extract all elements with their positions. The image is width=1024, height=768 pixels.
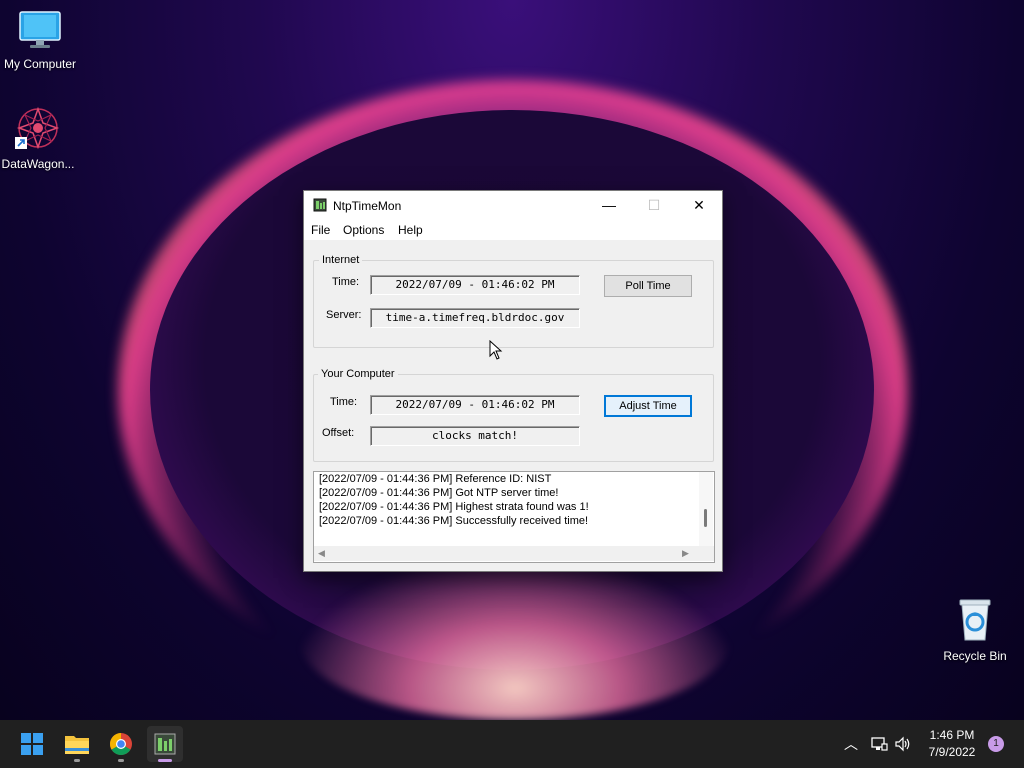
start-icon xyxy=(21,733,43,755)
poll-time-button[interactable]: Poll Time xyxy=(604,275,692,297)
taskbar: ︿ 1:46 PM 7/9/2022 1 xyxy=(0,720,1024,768)
monitor-icon xyxy=(19,11,61,48)
ntptimemon-window: NtpTimeMon — ☐ ✕ File Options Help Inter… xyxy=(303,190,723,572)
scroll-left-icon[interactable]: ◀ xyxy=(318,548,325,559)
window-title: NtpTimeMon xyxy=(333,199,402,213)
horizontal-scrollbar[interactable]: ◀ ▶ xyxy=(314,546,714,561)
volume-icon[interactable] xyxy=(894,735,912,753)
ntptimemon-icon xyxy=(154,733,176,755)
network-icon[interactable] xyxy=(870,735,888,753)
wallpaper-glow xyxy=(300,560,730,720)
computer-group xyxy=(313,374,714,462)
minimize-button[interactable]: — xyxy=(586,191,632,219)
scroll-thumb[interactable] xyxy=(704,509,707,527)
start-button[interactable] xyxy=(14,726,50,762)
taskbar-chrome[interactable] xyxy=(103,726,139,762)
close-button[interactable]: ✕ xyxy=(676,191,722,219)
close-icon: ✕ xyxy=(693,197,705,213)
maximize-icon: ☐ xyxy=(647,197,661,213)
title-bar[interactable]: NtpTimeMon — ☐ ✕ xyxy=(304,191,722,219)
menu-options[interactable]: Options xyxy=(343,223,384,237)
log-line: [2022/07/09 - 01:44:36 PM] Highest strat… xyxy=(319,501,589,513)
menu-file[interactable]: File xyxy=(311,223,330,237)
computer-time-field: 2022/07/09 - 01:46:02 PM xyxy=(370,395,580,415)
offset-field: clocks match! xyxy=(370,426,580,446)
internet-time-label: Time: xyxy=(332,276,360,288)
notification-badge[interactable]: 1 xyxy=(988,736,1004,752)
mouse-cursor-icon xyxy=(489,340,503,360)
desktop-icon-label: DataWagon... xyxy=(1,157,75,171)
chrome-icon xyxy=(110,733,132,755)
running-indicator xyxy=(74,759,80,762)
clock-time: 1:46 PM xyxy=(929,728,975,742)
adjust-time-button[interactable]: Adjust Time xyxy=(604,395,692,417)
menu-help[interactable]: Help xyxy=(398,223,423,237)
log-line: [2022/07/09 - 01:44:36 PM] Reference ID:… xyxy=(319,473,552,485)
desktop-icon-recycle-bin[interactable]: Recycle Bin xyxy=(935,596,1015,663)
scroll-right-icon[interactable]: ▶ xyxy=(682,548,689,559)
clock[interactable]: 1:46 PM 7/9/2022 xyxy=(922,728,982,759)
desktop-icon-label: My Computer xyxy=(3,57,77,71)
vertical-scrollbar[interactable] xyxy=(699,472,713,546)
running-indicator xyxy=(118,759,124,762)
server-label: Server: xyxy=(326,309,362,321)
ntptimemon-icon xyxy=(313,198,327,212)
clock-date: 7/9/2022 xyxy=(928,745,976,759)
log-listbox[interactable]: [2022/07/09 - 01:44:36 PM] Reference ID:… xyxy=(313,471,715,563)
log-line: [2022/07/09 - 01:44:36 PM] Got NTP serve… xyxy=(319,487,559,499)
desktop-icon-my-computer[interactable]: My Computer xyxy=(0,10,80,71)
internet-group xyxy=(313,260,714,348)
desktop-icon-label: Recycle Bin xyxy=(943,649,1007,663)
minimize-icon: — xyxy=(602,197,616,213)
taskbar-file-explorer[interactable] xyxy=(59,726,95,762)
server-field[interactable]: time-a.timefreq.bldrdoc.gov xyxy=(370,308,580,328)
file-explorer-icon xyxy=(65,736,89,754)
datawagon-icon xyxy=(15,106,60,150)
computer-group-label: Your Computer xyxy=(318,368,398,380)
desktop-icon-datawagon[interactable]: DataWagon... xyxy=(0,106,78,171)
log-line: [2022/07/09 - 01:44:36 PM] Successfully … xyxy=(319,515,589,527)
recycle-bin-icon xyxy=(959,599,991,641)
taskbar-ntptimemon[interactable] xyxy=(147,726,183,762)
show-hidden-icons[interactable]: ︿ xyxy=(844,734,858,754)
internet-time-field: 2022/07/09 - 01:46:02 PM xyxy=(370,275,580,295)
offset-label: Offset: xyxy=(322,427,355,439)
maximize-button[interactable]: ☐ xyxy=(631,191,677,219)
menu-bar: File Options Help xyxy=(304,219,722,240)
active-indicator xyxy=(158,759,172,762)
internet-group-label: Internet xyxy=(319,254,363,266)
computer-time-label: Time: xyxy=(330,396,358,408)
